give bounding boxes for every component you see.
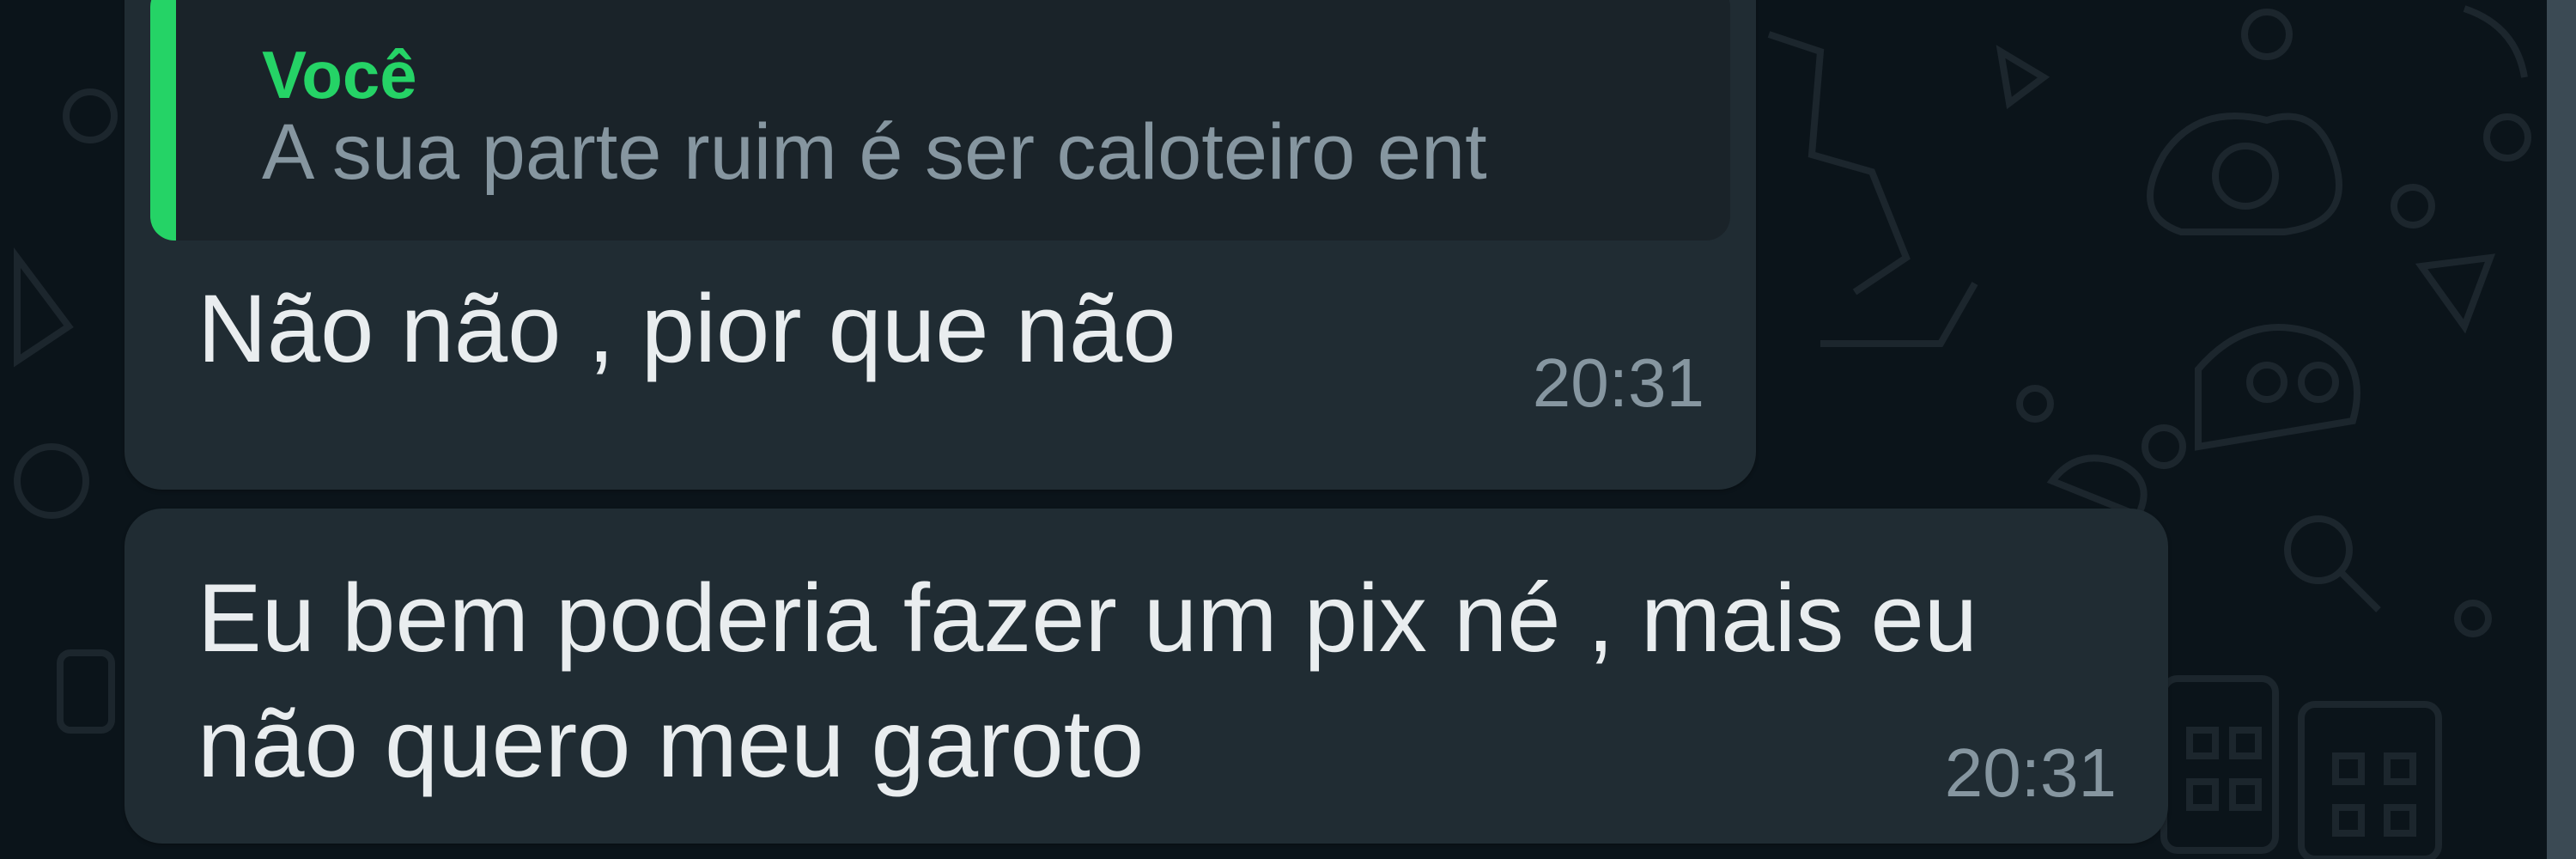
message-line: não quero meu garoto [197, 690, 1145, 797]
scrollbar[interactable] [2547, 0, 2576, 859]
message-bubble[interactable]: Eu bem poderia fazer um pix né , mais eu… [125, 509, 2168, 844]
quote-accent-bar [150, 0, 176, 241]
message-text: Não não , pior que não [197, 275, 1176, 382]
quote-author: Você [262, 37, 417, 113]
message-bubble[interactable]: Você A sua parte ruim é ser caloteiro en… [125, 0, 1756, 490]
message-time: 20:31 [1532, 344, 1704, 421]
message-text: Eu bem poderia fazer um pix né , mais eu… [197, 556, 1978, 807]
message-time: 20:31 [1944, 734, 2117, 811]
quote-text: A sua parte ruim é ser caloteiro ent [262, 108, 1487, 196]
message-line: Eu bem poderia fazer um pix né , mais eu [197, 564, 1978, 672]
quoted-reply[interactable]: Você A sua parte ruim é ser caloteiro en… [150, 0, 1730, 241]
